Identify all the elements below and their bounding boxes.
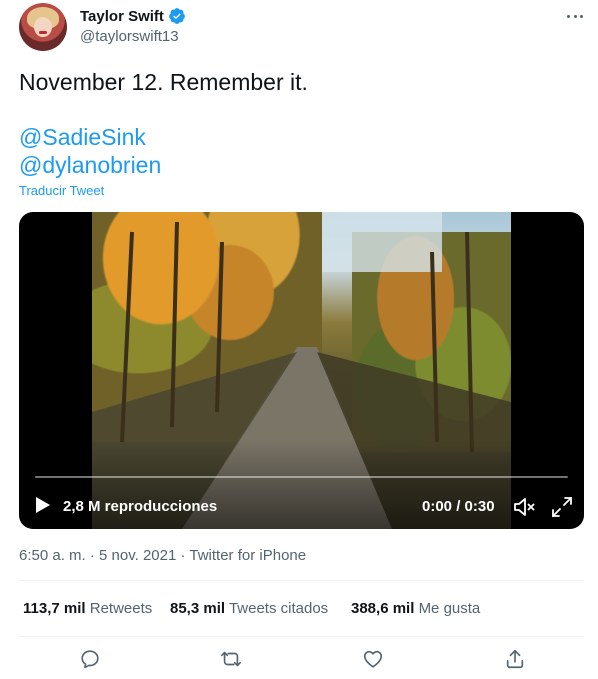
more-dot bbox=[567, 14, 570, 18]
translate-tweet-link[interactable]: Traducir Tweet bbox=[19, 183, 104, 198]
volume-muted-icon[interactable] bbox=[513, 496, 537, 518]
mention-link[interactable]: @SadieSink bbox=[19, 123, 146, 151]
verified-badge-icon bbox=[169, 8, 185, 24]
tweet-timestamp[interactable]: 6:50 a. m. · 5 nov. 2021 · Twitter for i… bbox=[19, 547, 306, 564]
video-time: 0:00 / 0:30 bbox=[422, 498, 495, 515]
stat-label: Tweets citados bbox=[228, 600, 329, 617]
mention-link[interactable]: @dylanobrien bbox=[19, 151, 161, 179]
expand-icon[interactable] bbox=[551, 496, 573, 518]
stat-count: 85,3 mil bbox=[170, 600, 226, 617]
tweet-actions bbox=[0, 648, 598, 672]
stat-likes[interactable]: 388,6 mil Me gusta bbox=[351, 600, 480, 617]
author-display-name[interactable]: Taylor Swift bbox=[80, 8, 164, 25]
video-controls-overlay bbox=[19, 439, 584, 529]
divider bbox=[19, 636, 584, 637]
play-icon[interactable] bbox=[35, 496, 51, 514]
tweet-text: November 12. Remember it. bbox=[19, 69, 308, 95]
more-dot bbox=[580, 14, 583, 18]
stat-quote-tweets[interactable]: 85,3 mil Tweets citados bbox=[170, 600, 328, 617]
stat-count: 388,6 mil bbox=[351, 600, 415, 617]
share-icon[interactable] bbox=[504, 648, 526, 670]
video-progress-bar[interactable] bbox=[35, 476, 568, 478]
author-handle[interactable]: @taylorswift13 bbox=[80, 28, 179, 45]
video-view-count: 2,8 M reproducciones bbox=[63, 498, 218, 515]
video-player[interactable]: 2,8 M reproducciones 0:00 / 0:30 bbox=[19, 212, 584, 529]
more-dot bbox=[573, 14, 577, 18]
avatar[interactable] bbox=[19, 3, 67, 51]
tweet-card: Taylor Swift @taylorswift13 November 12.… bbox=[0, 0, 598, 679]
stat-label: Retweets bbox=[89, 600, 153, 617]
stat-label: Me gusta bbox=[418, 600, 481, 617]
reply-icon[interactable] bbox=[79, 648, 101, 670]
divider bbox=[19, 580, 584, 581]
more-horizontal-icon[interactable] bbox=[563, 8, 587, 24]
heart-icon[interactable] bbox=[362, 648, 384, 670]
stat-count: 113,7 mil bbox=[23, 600, 86, 617]
retweet-icon[interactable] bbox=[220, 648, 242, 670]
avatar-lips bbox=[39, 31, 47, 34]
stat-retweets[interactable]: 113,7 mil Retweets bbox=[23, 600, 152, 617]
author-name-row[interactable]: Taylor Swift bbox=[80, 7, 186, 25]
avatar-face bbox=[34, 17, 52, 37]
